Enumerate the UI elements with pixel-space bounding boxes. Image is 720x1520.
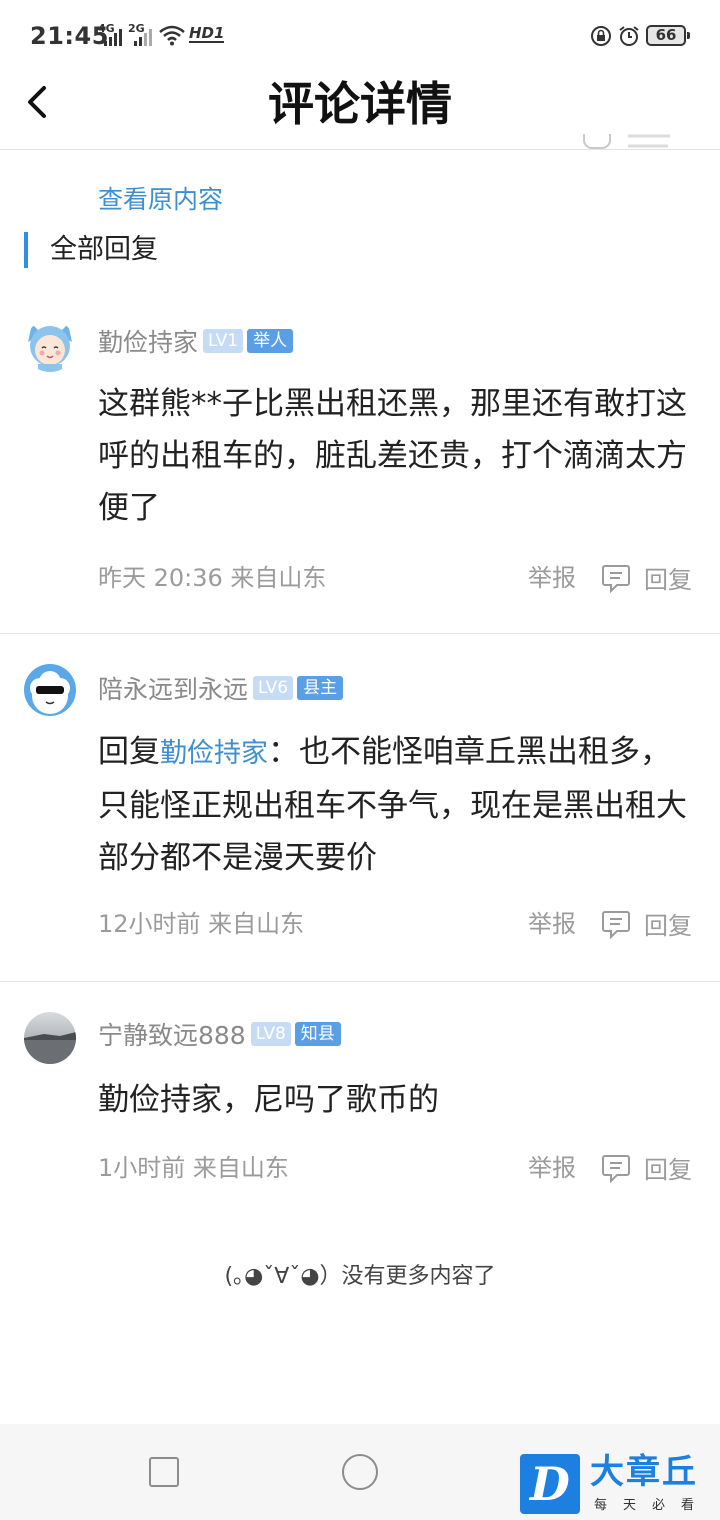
mention-link[interactable]: 勤俭持家: [160, 738, 268, 769]
watermark-logo: D 大章丘 每天必看: [516, 1450, 720, 1520]
alarm-icon: [619, 26, 639, 46]
name-row: 陪永远到永远 LV6 县主: [98, 670, 344, 706]
reply-button[interactable]: 回复: [644, 906, 692, 941]
signal-2g-icon: [134, 28, 152, 46]
comment-text: 勤俭持家，尼吗了歌币的: [98, 1082, 439, 1118]
view-original-link[interactable]: 查看原内容: [98, 180, 223, 216]
title-badge: 举人: [247, 329, 294, 353]
report-button[interactable]: 举报: [528, 1148, 576, 1183]
home-button[interactable]: [342, 1454, 378, 1490]
watermark-d-icon: D: [520, 1454, 580, 1514]
name-row: 勤俭持家 LV1 举人: [98, 323, 294, 359]
section-title-all-replies: 全部回复: [24, 232, 158, 268]
watermark-slogan: 每天必看: [594, 1498, 711, 1513]
rotation-lock-icon: [591, 26, 611, 46]
title-badge: 知县: [294, 1022, 341, 1046]
comment-item: 陪永远到永远 LV6 县主 回复勤俭持家：也不能怪咱章丘黑出租多，只能怪正规出租…: [0, 634, 720, 982]
level-badge: LV6: [253, 676, 294, 700]
avatar-cloud-image: [24, 664, 76, 716]
reply-icon[interactable]: [600, 1152, 632, 1184]
wifi-icon: [159, 25, 185, 46]
comment-item: 勤俭持家 LV1 举人 这群熊**子比黑出租还黑，那里还有敢打这呼的出租车的，脏…: [0, 290, 720, 634]
signal-4g-icon: [104, 28, 122, 46]
avatar[interactable]: [24, 1012, 76, 1064]
comment-text: 回复勤俭持家：也不能怪咱章丘黑出租多，只能怪正规出租车不争气，现在是黑出租大部分…: [98, 726, 688, 884]
username[interactable]: 宁静致远888: [98, 1016, 246, 1052]
recent-apps-button[interactable]: [149, 1457, 179, 1487]
level-badge: LV1: [203, 329, 244, 353]
avatar[interactable]: [24, 664, 76, 716]
username[interactable]: 勤俭持家: [98, 323, 198, 359]
level-badge: LV8: [250, 1022, 291, 1046]
report-button[interactable]: 举报: [528, 904, 576, 939]
reply-icon[interactable]: [600, 562, 632, 594]
no-more-content-text: (｡◕ˇ∀ˇ◕）没有更多内容了: [224, 1264, 496, 1289]
reply-button[interactable]: 回复: [644, 1150, 692, 1185]
hd-icon: HD1: [189, 24, 225, 43]
username[interactable]: 陪永远到永远: [98, 670, 248, 706]
name-row: 宁静致远888 LV8 知县: [98, 1016, 341, 1052]
reply-icon[interactable]: [600, 908, 632, 940]
battery-icon: 66: [646, 25, 690, 46]
comment-time-location: 昨天 20:36 来自山东: [98, 564, 327, 592]
report-button[interactable]: 举报: [528, 558, 576, 593]
avatar[interactable]: [24, 320, 76, 372]
reply-button[interactable]: 回复: [644, 560, 692, 595]
status-bar: 21:45 4G 2G HD1 66: [0, 0, 720, 72]
comment-text: 这群熊**子比黑出租还黑，那里还有敢打这呼的出租车的，脏乱差还贵，打个滴滴太方便…: [98, 386, 687, 526]
watermark-name: 大章丘: [590, 1452, 698, 1492]
reply-icon-peek: [583, 134, 670, 149]
page-title: 评论详情: [268, 77, 452, 131]
avatar-cartoon-image: [24, 320, 76, 372]
comment-item: 宁静致远888 LV8 知县 勤俭持家，尼吗了歌币的 1小时前 来自山东 举报 …: [0, 982, 720, 1222]
avatar-landscape-image: [24, 1012, 76, 1064]
reply-prefix: 回复: [98, 734, 160, 770]
title-badge: 县主: [297, 676, 344, 700]
comment-time-location: 1小时前 来自山东: [98, 1154, 289, 1182]
comment-time-location: 12小时前 来自山东: [98, 910, 305, 938]
